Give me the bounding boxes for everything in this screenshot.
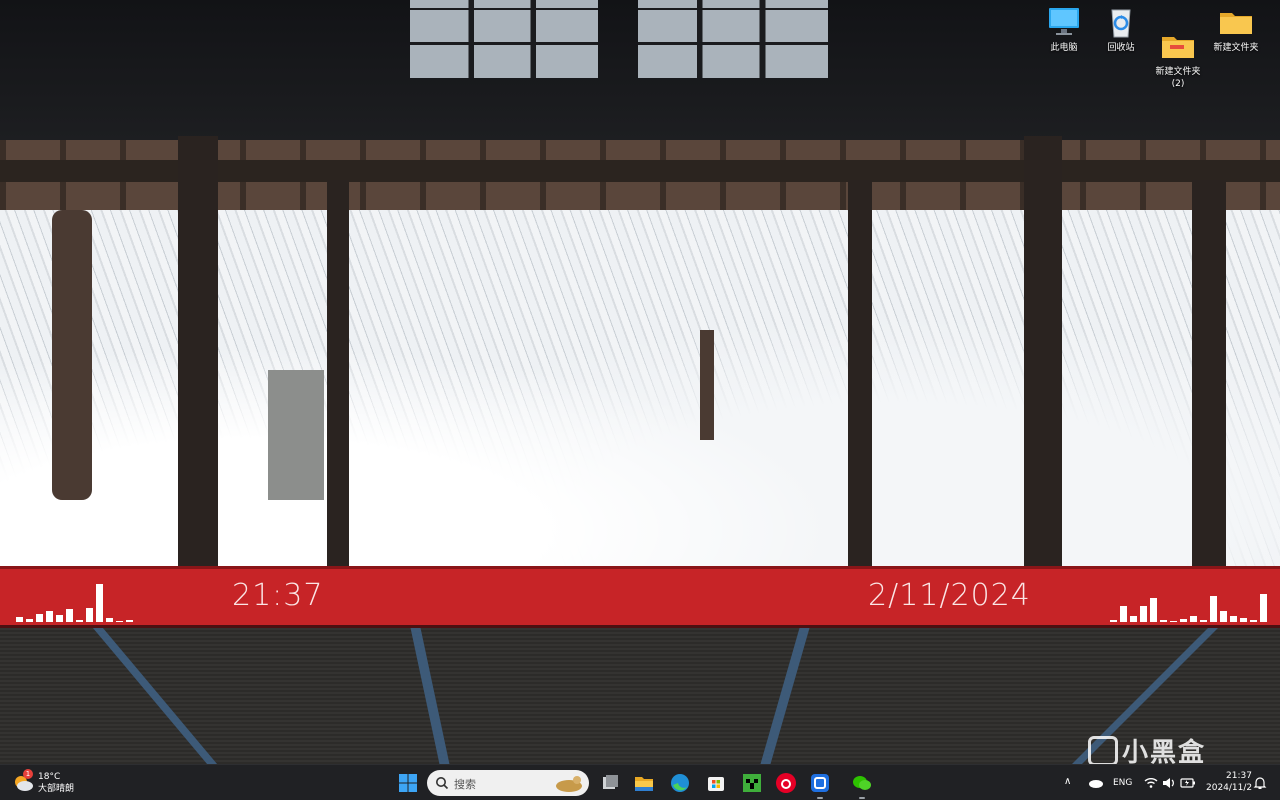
notification-bell-icon[interactable]: [1253, 776, 1267, 790]
wallpaper-post: [1024, 136, 1062, 628]
edge-icon: [671, 774, 689, 792]
desktop-icon-label: 新建文件夹: [1213, 43, 1259, 53]
wallpaper-tree-trunk: [700, 330, 714, 440]
tray-overflow-chevron-icon[interactable]: ∧: [1064, 776, 1071, 787]
taskbar-search-box[interactable]: 搜索: [427, 770, 589, 796]
start-button[interactable]: [396, 771, 420, 795]
recycle-bin-icon: [1103, 4, 1139, 40]
wallpaper-skylight: [638, 0, 828, 78]
widget-date: 2/11/2024: [868, 578, 1031, 613]
tray-clock-date[interactable]: 2024/11/2: [1206, 783, 1252, 794]
running-indicator: [817, 797, 823, 799]
search-placeholder: 搜索: [454, 778, 476, 791]
widget-red-rail: [0, 566, 1280, 628]
desktop-icon-label: 新建文件夹 (2): [1155, 67, 1201, 89]
weather-condition: 大部晴朗: [38, 784, 75, 794]
audio-visualizer-left: [16, 578, 133, 622]
taskbar-task-view[interactable]: [598, 771, 622, 795]
desktop-icon-label: 此电脑: [1050, 43, 1078, 53]
computer-monitor-icon: [1046, 4, 1082, 40]
app-icon: [811, 774, 829, 792]
search-icon: [436, 777, 449, 790]
wallpaper-post: [178, 136, 218, 628]
taskbar: 1 18°C 大部晴朗 搜索 ∧ ENG 21:37 2024/11/2: [0, 764, 1280, 800]
desktop-icon-recycle-bin[interactable]: 回收站: [1091, 4, 1151, 54]
wallpaper-stone-lantern: [268, 370, 324, 500]
wallpaper-tree-trunk: [52, 210, 92, 500]
wallpaper-post: [1192, 180, 1226, 566]
audio-visualizer-right: [1110, 578, 1267, 622]
folder-icon: [1160, 16, 1196, 58]
taskbar-file-explorer[interactable]: [632, 771, 656, 795]
minecraft-icon: [743, 774, 761, 792]
folder-icon: [1218, 4, 1254, 40]
netease-music-icon: [776, 773, 796, 793]
file-explorer-icon: [635, 777, 653, 791]
watermark-logo-icon: [1088, 736, 1118, 766]
wallpaper-post: [848, 180, 872, 566]
taskbar-microsoft-store[interactable]: [704, 771, 728, 795]
desktop-icon-this-pc[interactable]: 此电脑: [1034, 4, 1094, 54]
language-indicator[interactable]: ENG: [1113, 778, 1132, 789]
wechat-icon: [853, 776, 871, 790]
taskbar-wechat[interactable]: [850, 771, 874, 795]
tray-clock-time[interactable]: 21:37: [1226, 771, 1252, 782]
weather-temp: 18°C: [38, 772, 61, 782]
widget-clock: 21:37: [232, 578, 324, 613]
wallpaper-post: [327, 180, 349, 566]
taskbar-edge[interactable]: [668, 771, 692, 795]
microsoft-store-icon: [708, 777, 724, 791]
onedrive-cloud-icon[interactable]: [1088, 777, 1104, 789]
taskbar-app[interactable]: [808, 771, 832, 795]
task-view-icon: [603, 775, 618, 789]
wifi-icon[interactable]: [1144, 776, 1158, 790]
volume-icon[interactable]: [1162, 776, 1176, 790]
taskbar-netease-music[interactable]: [774, 771, 798, 795]
weather-badge: 1: [23, 769, 33, 779]
running-indicator: [859, 797, 865, 799]
battery-charging-icon[interactable]: [1180, 777, 1196, 789]
weather-widget[interactable]: 1 18°C 大部晴朗: [12, 769, 102, 797]
taskbar-minecraft[interactable]: [740, 771, 764, 795]
search-highlight-icon: [556, 776, 582, 792]
desktop-wallpaper: [0, 0, 1280, 764]
desktop-icon-label: 回收站: [1107, 43, 1135, 53]
desktop-icon-new-folder-2[interactable]: 新建文件夹 (2): [1148, 4, 1208, 102]
windows-start-icon: [399, 774, 417, 792]
desktop-icon-new-folder[interactable]: 新建文件夹: [1206, 4, 1266, 54]
wallpaper-skylight: [410, 0, 598, 78]
